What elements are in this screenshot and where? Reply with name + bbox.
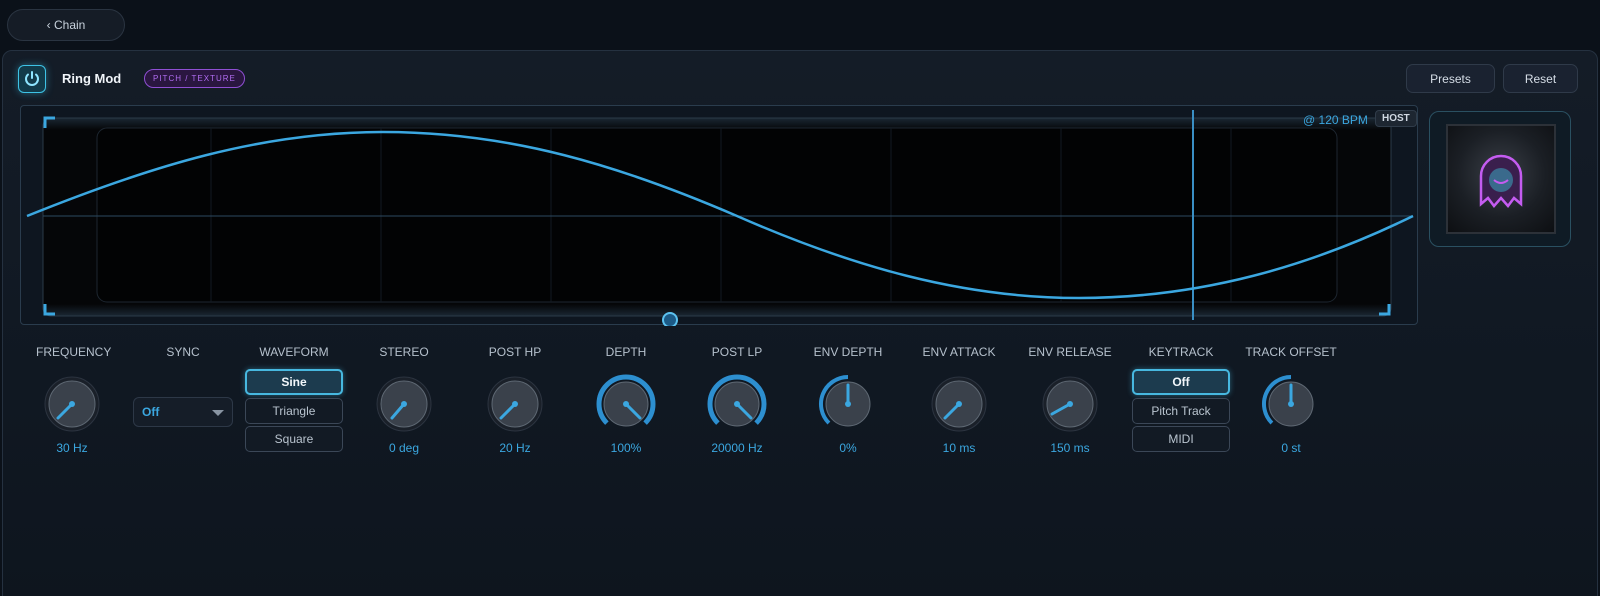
reset-button[interactable]: Reset <box>1503 64 1578 93</box>
env-release-value: 150 ms <box>1050 441 1090 455</box>
sync-value: Off <box>142 405 160 419</box>
module-title: Ring Mod <box>62 71 122 86</box>
waveform-option-square[interactable]: Square <box>245 426 343 452</box>
waveform-scope: @ 120 BPM HOST <box>20 105 1418 326</box>
presets-label: Presets <box>1430 71 1471 86</box>
frequency-value: 30 Hz <box>56 441 88 455</box>
back-to-chain-button[interactable]: ‹ Chain <box>7 9 125 41</box>
chevron-down-icon <box>212 410 224 416</box>
post-lp-value-wrap: 20000 Hz <box>703 441 771 455</box>
depth-knob[interactable] <box>596 374 656 434</box>
env-release-knob[interactable] <box>1040 374 1100 434</box>
keytrack-label: KEYTRACK <box>1148 345 1214 359</box>
track-offset-knob[interactable] <box>1261 374 1321 434</box>
waveform-label: WAVEFORM <box>259 345 329 359</box>
post-lp-value: 20000 Hz <box>711 441 763 455</box>
frequency-label: FREQUENCY <box>36 345 112 359</box>
post-hp-value-wrap: 20 Hz <box>484 441 546 455</box>
keytrack-option-off[interactable]: Off <box>1132 369 1230 395</box>
keytrack-option-label: Off <box>1172 375 1190 389</box>
category-badge: PITCH / TEXTURE <box>144 69 245 88</box>
post-hp-control: POST HP <box>484 345 546 359</box>
post-lp-knob[interactable] <box>707 374 767 434</box>
env-attack-label: ENV ATTACK <box>922 345 996 359</box>
keytrack-option-label: MIDI <box>1168 432 1194 446</box>
power-toggle[interactable] <box>18 65 46 93</box>
stereo-label: STEREO <box>379 345 429 359</box>
track-offset-value-wrap: 0 st <box>1261 441 1321 455</box>
env-release-value-wrap: 150 ms <box>1027 441 1113 455</box>
env-depth-knob[interactable] <box>818 374 878 434</box>
env-release-label: ENV RELEASE <box>1028 345 1112 359</box>
track-offset-label: TRACK OFFSET <box>1245 345 1337 359</box>
reset-label: Reset <box>1524 71 1557 86</box>
env-release-control: ENV RELEASE <box>1027 345 1113 359</box>
waveform-display <box>26 110 1414 326</box>
sync-control: SYNC <box>153 345 213 359</box>
ring-mod-panel: Ring Mod PITCH / TEXTURE Presets Reset @… <box>2 50 1598 596</box>
keytrack-option-pitch-track[interactable]: Pitch Track <box>1132 398 1230 424</box>
env-attack-knob[interactable] <box>929 374 989 434</box>
env-depth-value: 0% <box>839 441 857 455</box>
depth-value-wrap: 100% <box>596 441 656 455</box>
scope-scrub-handle[interactable] <box>662 312 678 326</box>
stereo-value-wrap: 0 deg <box>374 441 434 455</box>
post-lp-label: POST LP <box>711 345 763 359</box>
sync-label: SYNC <box>166 345 200 359</box>
module-art <box>1446 124 1556 234</box>
post-hp-knob[interactable] <box>485 374 545 434</box>
waveform-option-label: Square <box>274 432 314 446</box>
stereo-control: STEREO <box>374 345 434 359</box>
keytrack-control: KEYTRACK <box>1131 345 1231 359</box>
waveform-option-sine[interactable]: Sine <box>245 369 343 395</box>
presets-button[interactable]: Presets <box>1406 64 1495 93</box>
waveform-option-label: Triangle <box>272 404 316 418</box>
back-to-chain-label: ‹ Chain <box>46 18 86 32</box>
stereo-value: 0 deg <box>388 441 420 455</box>
module-art-frame <box>1429 111 1571 247</box>
env-depth-label: ENV DEPTH <box>813 345 883 359</box>
keytrack-option-label: Pitch Track <box>1151 404 1211 418</box>
waveform-option-triangle[interactable]: Triangle <box>245 398 343 424</box>
ghost-icon <box>1479 154 1523 208</box>
post-hp-value: 20 Hz <box>499 441 531 455</box>
bpm-label: @ 120 BPM <box>1303 113 1368 127</box>
keytrack-option-midi[interactable]: MIDI <box>1132 426 1230 452</box>
depth-value: 100% <box>610 441 642 455</box>
post-lp-control: POST LP <box>703 345 771 359</box>
env-attack-control: ENV ATTACK <box>920 345 998 359</box>
env-attack-value-wrap: 10 ms <box>920 441 998 455</box>
frequency-value-wrap: 30 Hz <box>36 441 108 455</box>
power-icon <box>25 71 39 86</box>
track-offset-value: 0 st <box>1281 441 1301 455</box>
depth-control: DEPTH <box>596 345 656 359</box>
scope-inner-screen <box>96 127 1338 303</box>
sync-dropdown[interactable]: Off <box>133 397 233 427</box>
waveform-option-label: Sine <box>281 375 307 389</box>
host-badge[interactable]: HOST <box>1375 110 1417 127</box>
waveform-control: WAVEFORM <box>244 345 344 359</box>
frequency-control: FREQUENCY <box>36 345 112 359</box>
env-attack-value: 10 ms <box>942 441 976 455</box>
post-hp-label: POST HP <box>488 345 542 359</box>
track-offset-control: TRACK OFFSET <box>1245 345 1337 359</box>
frequency-knob[interactable] <box>42 374 102 434</box>
stereo-knob[interactable] <box>374 374 434 434</box>
env-depth-value-wrap: 0% <box>812 441 884 455</box>
depth-label: DEPTH <box>605 345 647 359</box>
env-depth-control: ENV DEPTH <box>812 345 884 359</box>
